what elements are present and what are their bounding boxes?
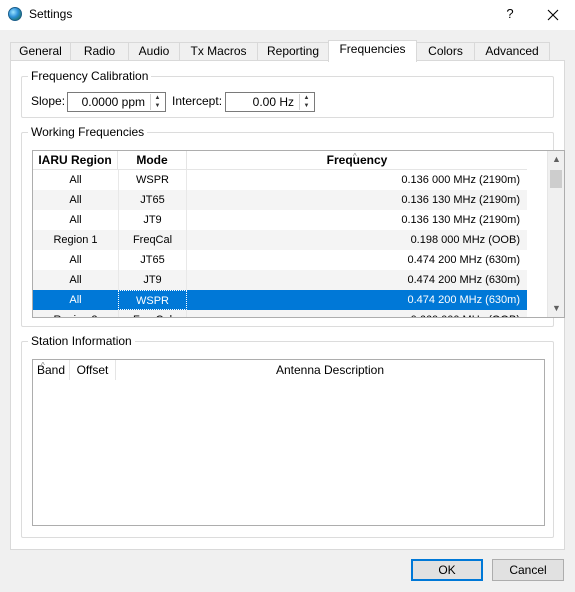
tab-radio[interactable]: Radio	[70, 42, 129, 61]
cell-frequency: 0.474 200 MHz (630m)	[407, 294, 521, 306]
cell-mode: FreqCal	[118, 230, 187, 250]
spin-down-icon[interactable]: ▼	[151, 102, 164, 110]
table-row-selected[interactable]: All WSPR 0.474 200 MHz (630m)	[33, 290, 527, 310]
cell-frequency: 0.198 000 MHz (OOB)	[410, 234, 520, 246]
station-table[interactable]: ^ Band Offset Antenna Description	[32, 359, 545, 526]
window-title: Settings	[29, 7, 73, 21]
cell-frequency: 0.474 200 MHz (630m)	[407, 254, 521, 266]
cell-frequency: 0.660 000 MHz (OOB)	[187, 310, 523, 317]
intercept-spinbox[interactable]: 0.00 Hz ▲ ▼	[225, 92, 315, 112]
table-row[interactable]: Region 1 FreqCal 0.198 000 MHz (OOB)	[33, 230, 527, 250]
spin-down-icon[interactable]: ▼	[300, 102, 313, 110]
tab-bar: General Radio Audio Tx Macros Reporting …	[10, 40, 565, 62]
frequencies-panel: Frequency Calibration Slope: 0.0000 ppm …	[10, 60, 565, 550]
ok-button[interactable]: OK	[411, 559, 483, 581]
slope-value: 0.0000 ppm	[81, 95, 145, 109]
table-row[interactable]: All JT9 0.136 130 MHz (2190m)	[33, 210, 527, 230]
cell-mode: JT65	[118, 250, 187, 270]
table-row[interactable]: Region 2 FreqCal 0.660 000 MHz (OOB)	[33, 310, 527, 317]
scroll-up-icon[interactable]: ▲	[548, 151, 564, 168]
tab-audio[interactable]: Audio	[128, 42, 180, 61]
frequencies-table[interactable]: IARU Region Mode ^ Frequency All WSPR 0.…	[32, 150, 565, 318]
cell-mode: WSPR	[118, 290, 187, 310]
table-row[interactable]: All JT9 0.474 200 MHz (630m)	[33, 270, 527, 290]
column-header-band[interactable]: ^ Band	[33, 360, 70, 380]
cell-region: All	[69, 254, 82, 266]
cell-frequency: 0.474 200 MHz (630m)	[407, 274, 521, 286]
cell-region: All	[69, 294, 82, 306]
spin-up-icon[interactable]: ▲	[151, 94, 164, 102]
title-bar: Settings ?	[0, 0, 575, 30]
column-header-antenna-description[interactable]: Antenna Description	[116, 360, 544, 380]
tab-advanced[interactable]: Advanced	[474, 42, 550, 61]
cell-frequency: 0.136 130 MHz (2190m)	[401, 194, 520, 206]
cancel-button[interactable]: Cancel	[492, 559, 564, 581]
slope-spinbox[interactable]: 0.0000 ppm ▲ ▼	[67, 92, 166, 112]
tab-colors[interactable]: Colors	[416, 42, 475, 61]
column-header-frequency[interactable]: ^ Frequency	[187, 151, 527, 170]
station-information-group: Station Information ^ Band Offset Antenn…	[21, 334, 554, 538]
cell-mode: JT9	[118, 270, 187, 290]
table-row[interactable]: All JT65 0.474 200 MHz (630m)	[33, 250, 527, 270]
frequency-calibration-title: Frequency Calibration	[28, 69, 152, 83]
cell-region: Region 2	[33, 310, 118, 317]
cell-region: All	[69, 194, 82, 206]
scroll-down-icon[interactable]: ▼	[548, 300, 564, 317]
cell-frequency: 0.136 000 MHz (2190m)	[401, 174, 520, 186]
cell-region: All	[69, 214, 82, 226]
cell-mode: WSPR	[118, 170, 187, 190]
working-frequencies-title: Working Frequencies	[28, 125, 148, 139]
scrollbar-thumb[interactable]	[550, 170, 562, 188]
table-header: IARU Region Mode ^ Frequency	[33, 151, 527, 170]
intercept-spin-arrows: ▲ ▼	[299, 94, 313, 110]
table-row[interactable]: All WSPR 0.136 000 MHz (2190m)	[33, 170, 527, 190]
cell-mode: FreqCal	[118, 310, 187, 317]
cell-frequency: 0.136 130 MHz (2190m)	[401, 214, 520, 226]
column-header-frequency-label: Frequency	[326, 153, 388, 167]
vertical-scrollbar[interactable]: ▲ ▼	[547, 151, 564, 317]
frequency-calibration-group: Frequency Calibration Slope: 0.0000 ppm …	[21, 69, 554, 118]
intercept-label: Intercept:	[172, 94, 223, 108]
slope-spin-arrows: ▲ ▼	[150, 94, 164, 110]
sort-ascending-icon: ^	[41, 361, 45, 370]
intercept-value: 0.00 Hz	[252, 95, 294, 109]
tab-reporting[interactable]: Reporting	[257, 42, 329, 61]
sort-ascending-icon: ^	[353, 152, 357, 161]
cell-region: All	[69, 274, 82, 286]
table-row[interactable]: All JT65 0.136 130 MHz (2190m)	[33, 190, 527, 210]
slope-label: Slope:	[31, 94, 66, 108]
tab-general[interactable]: General	[10, 42, 71, 61]
close-button[interactable]	[540, 4, 566, 26]
column-header-offset[interactable]: Offset	[70, 360, 116, 380]
cell-mode: JT65	[118, 190, 187, 210]
close-icon	[547, 9, 559, 21]
tab-tx-macros[interactable]: Tx Macros	[179, 42, 258, 61]
working-frequencies-group: Working Frequencies IARU Region Mode ^ F…	[21, 125, 565, 327]
spin-up-icon[interactable]: ▲	[300, 94, 313, 102]
tab-frequencies[interactable]: Frequencies	[328, 40, 417, 62]
cell-mode: JT9	[118, 210, 187, 230]
app-globe-icon	[8, 7, 22, 21]
column-header-region[interactable]: IARU Region	[33, 151, 118, 170]
cell-region: Region 1	[53, 234, 98, 246]
help-button[interactable]: ?	[500, 4, 520, 24]
column-header-mode[interactable]: Mode	[118, 151, 187, 170]
cell-region: All	[69, 174, 82, 186]
station-information-title: Station Information	[28, 334, 135, 348]
